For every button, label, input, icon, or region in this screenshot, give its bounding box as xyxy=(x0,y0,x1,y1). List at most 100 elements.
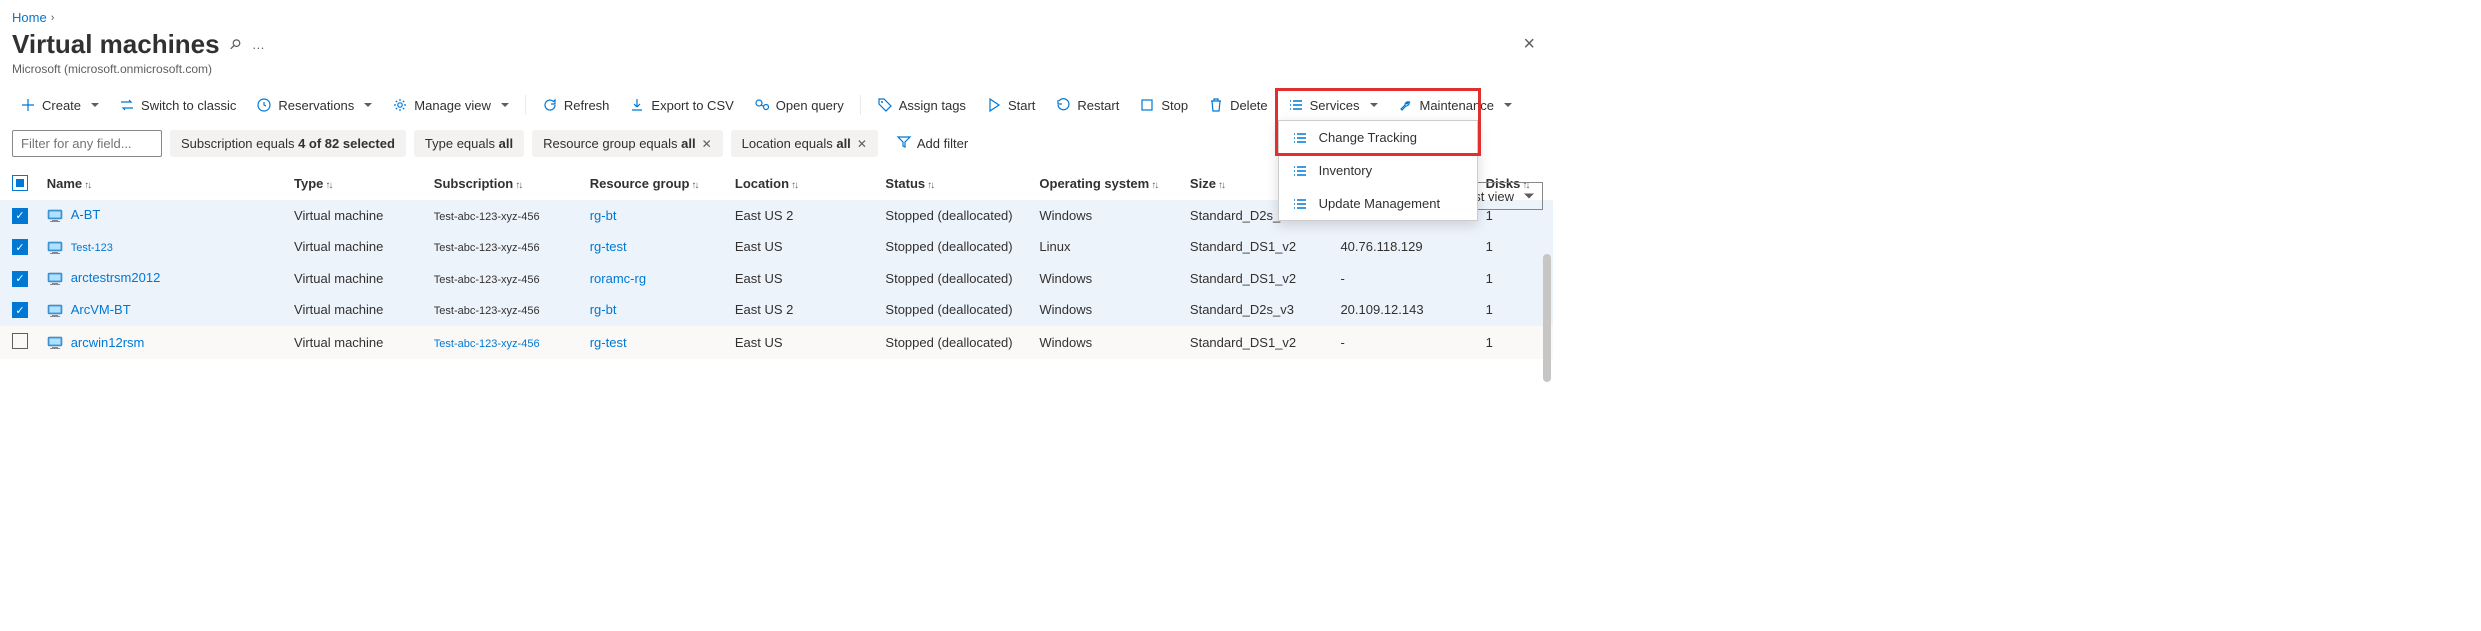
add-filter-button[interactable]: Add filter xyxy=(886,130,979,157)
start-button[interactable]: Start xyxy=(978,92,1043,118)
cell-location: East US 2 xyxy=(727,294,878,326)
cell-subscription: Test-abc-123-xyz-456 xyxy=(426,263,582,295)
chevron-right-icon: › xyxy=(51,12,55,24)
pin-icon[interactable]: ⚲ xyxy=(225,35,244,54)
filter-input[interactable] xyxy=(12,130,162,157)
toolbar-label: Open query xyxy=(776,98,844,113)
toolbar-label: Create xyxy=(42,98,81,113)
col-header-location[interactable]: Location↑↓ xyxy=(727,167,878,200)
vm-name-link[interactable]: arcwin12rsm xyxy=(71,335,145,350)
delete-button[interactable]: Delete xyxy=(1200,92,1276,118)
breadcrumb-home[interactable]: Home xyxy=(12,10,47,25)
dropdown-label: Update Management xyxy=(1319,196,1440,211)
cell-resource-group[interactable]: rg-test xyxy=(582,326,727,360)
vm-icon xyxy=(47,336,63,350)
close-icon[interactable]: × xyxy=(1523,33,1535,56)
toolbar-label: Stop xyxy=(1161,98,1188,113)
cell-public-ip: - xyxy=(1332,263,1477,295)
vm-name-link[interactable]: A-BT xyxy=(71,207,101,222)
gear-icon xyxy=(392,97,408,113)
cell-subscription: Test-abc-123-xyz-456 xyxy=(426,326,582,360)
table-row[interactable]: arcwin12rsmVirtual machineTest-abc-123-x… xyxy=(0,326,1553,360)
stop-button[interactable]: Stop xyxy=(1131,92,1196,118)
more-icon[interactable]: … xyxy=(248,37,270,52)
plus-icon xyxy=(20,97,36,113)
restart-button[interactable]: Restart xyxy=(1047,92,1127,118)
assign-tags-button[interactable]: Assign tags xyxy=(869,92,974,118)
dropdown-item-inventory[interactable]: Inventory xyxy=(1279,154,1477,187)
toolbar-label: Assign tags xyxy=(899,98,966,113)
restart-icon xyxy=(1055,97,1071,113)
cell-subscription: Test-abc-123-xyz-456 xyxy=(426,231,582,263)
cell-size: Standard_DS1_v2 xyxy=(1182,231,1333,263)
cell-disks: 1 xyxy=(1478,263,1553,295)
wrench-icon xyxy=(1398,97,1414,113)
row-checkbox[interactable]: ✓ xyxy=(12,208,28,224)
col-header-name[interactable]: Name↑↓ xyxy=(39,167,286,200)
cell-os: Windows xyxy=(1031,263,1182,295)
dropdown-label: Inventory xyxy=(1319,163,1372,178)
row-checkbox[interactable]: ✓ xyxy=(12,302,28,318)
refresh-icon xyxy=(542,97,558,113)
cell-resource-group[interactable]: rg-test xyxy=(582,231,727,263)
cell-status: Stopped (deallocated) xyxy=(877,294,1031,326)
toolbar-label: Refresh xyxy=(564,98,610,113)
vm-name-link[interactable]: ArcVM-BT xyxy=(71,302,131,317)
manage-view-button[interactable]: Manage view xyxy=(384,92,517,118)
export-csv-button[interactable]: Export to CSV xyxy=(621,92,741,118)
cell-size: Standard_D2s_v3 xyxy=(1182,294,1333,326)
cell-os: Linux xyxy=(1031,231,1182,263)
vm-name-link[interactable]: arctestrsm2012 xyxy=(71,270,161,285)
dropdown-item-update-management[interactable]: Update Management xyxy=(1279,187,1477,220)
cell-resource-group[interactable]: rg-bt xyxy=(582,294,727,326)
dropdown-item-change-tracking[interactable]: Change Tracking xyxy=(1279,121,1477,154)
create-button[interactable]: Create xyxy=(12,92,107,118)
col-header-resource-group[interactable]: Resource group↑↓ xyxy=(582,167,727,200)
row-checkbox[interactable]: ✓ xyxy=(12,239,28,255)
maintenance-button[interactable]: Maintenance xyxy=(1390,92,1520,118)
cell-location: East US xyxy=(727,263,878,295)
cell-status: Stopped (deallocated) xyxy=(877,200,1031,232)
col-header-type[interactable]: Type↑↓ xyxy=(286,167,426,200)
remove-filter-icon[interactable]: ✕ xyxy=(857,137,867,151)
services-button[interactable]: Services xyxy=(1280,92,1386,118)
filter-pill-type[interactable]: Type equals all xyxy=(414,130,524,157)
add-filter-label: Add filter xyxy=(917,136,968,151)
list-icon xyxy=(1293,198,1309,210)
page-subtitle: Microsoft (microsoft.onmicrosoft.com) xyxy=(0,60,1553,86)
select-all-checkbox[interactable] xyxy=(12,175,28,191)
cell-disks: 1 xyxy=(1478,231,1553,263)
toolbar-label: Switch to classic xyxy=(141,98,236,113)
table-row[interactable]: ✓Test-123Virtual machineTest-abc-123-xyz… xyxy=(0,231,1553,263)
vm-icon xyxy=(47,272,63,286)
list-icon xyxy=(1293,132,1309,144)
open-query-button[interactable]: Open query xyxy=(746,92,852,118)
col-header-subscription[interactable]: Subscription↑↓ xyxy=(426,167,582,200)
reservations-button[interactable]: Reservations xyxy=(248,92,380,118)
col-header-os[interactable]: Operating system↑↓ xyxy=(1031,167,1182,200)
filter-pill-location[interactable]: Location equals all✕ xyxy=(731,130,878,157)
cell-resource-group[interactable]: rg-bt xyxy=(582,200,727,232)
row-checkbox[interactable]: ✓ xyxy=(12,271,28,287)
page-title: Virtual machines xyxy=(12,29,220,60)
vm-icon xyxy=(47,209,63,223)
cell-location: East US xyxy=(727,231,878,263)
cell-subscription: Test-abc-123-xyz-456 xyxy=(426,294,582,326)
swap-icon xyxy=(119,97,135,113)
vm-name-link[interactable]: Test-123 xyxy=(71,242,113,254)
remove-filter-icon[interactable]: ✕ xyxy=(702,137,712,151)
table-row[interactable]: ✓ArcVM-BTVirtual machineTest-abc-123-xyz… xyxy=(0,294,1553,326)
row-checkbox[interactable] xyxy=(12,333,28,349)
col-header-status[interactable]: Status↑↓ xyxy=(877,167,1031,200)
cell-location: East US xyxy=(727,326,878,360)
filter-pill-subscription[interactable]: Subscription equals 4 of 82 selected xyxy=(170,130,406,157)
filter-icon xyxy=(897,136,911,151)
cell-type: Virtual machine xyxy=(286,200,426,232)
separator xyxy=(525,95,526,115)
filter-pill-resource-group[interactable]: Resource group equals all✕ xyxy=(532,130,723,157)
switch-classic-button[interactable]: Switch to classic xyxy=(111,92,244,118)
scrollbar[interactable] xyxy=(1543,254,1551,382)
cell-resource-group[interactable]: roramc-rg xyxy=(582,263,727,295)
refresh-button[interactable]: Refresh xyxy=(534,92,618,118)
table-row[interactable]: ✓arctestrsm2012Virtual machineTest-abc-1… xyxy=(0,263,1553,295)
